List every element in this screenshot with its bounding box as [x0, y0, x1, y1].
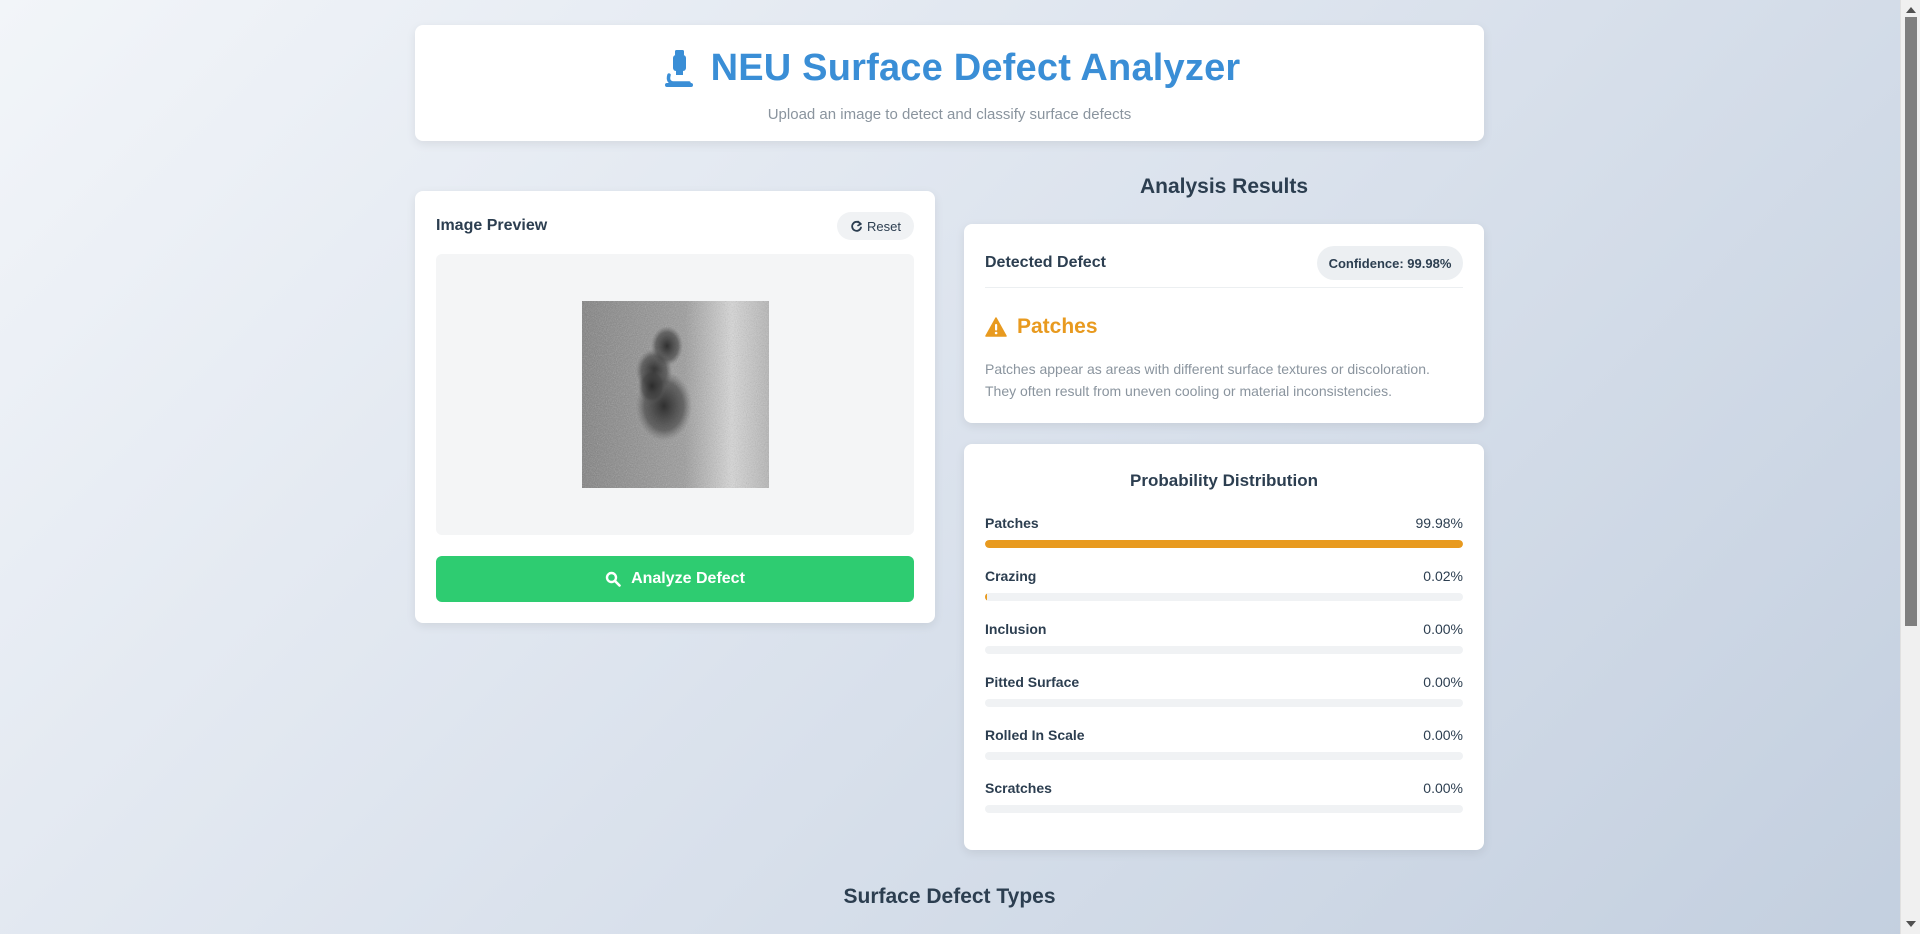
probability-row: Crazing 0.02% [985, 568, 1463, 608]
scrollbar-thumb[interactable] [1905, 17, 1917, 626]
warning-icon [985, 317, 1007, 337]
defect-name: Patches [1017, 315, 1098, 338]
probability-track [985, 805, 1463, 813]
probability-row: Inclusion 0.00% [985, 621, 1463, 661]
page-subtitle: Upload an image to detect and classify s… [767, 106, 1132, 123]
probability-label: Crazing [985, 568, 1037, 584]
probability-value: 0.00% [1423, 674, 1463, 690]
page: NEU Surface Defect Analyzer Upload an im… [0, 0, 1900, 934]
probability-row: Patches 99.98% [985, 515, 1463, 555]
probability-track [985, 699, 1463, 707]
divider [985, 287, 1463, 288]
probability-label: Scratches [985, 780, 1052, 796]
reset-button[interactable]: Reset [837, 212, 914, 240]
analyze-defect-button[interactable]: Analyze Defect [436, 556, 914, 602]
analysis-results-title: Analysis Results [1139, 175, 1309, 198]
probability-value: 0.00% [1423, 727, 1463, 743]
probability-track [985, 646, 1463, 654]
reset-button-label: Reset [867, 218, 901, 234]
probability-label: Patches [985, 515, 1039, 531]
probability-label: Pitted Surface [985, 674, 1080, 690]
search-icon [605, 571, 621, 587]
scroll-down-icon[interactable] [1906, 921, 1916, 927]
probability-row: Rolled In Scale 0.00% [985, 727, 1463, 767]
analyze-defect-label: Analyze Defect [631, 570, 745, 587]
image-preview-title: Image Preview [436, 217, 548, 234]
probability-label: Rolled In Scale [985, 727, 1085, 743]
probability-fill [985, 540, 1463, 548]
header-title-row: NEU Surface Defect Analyzer [415, 48, 1484, 88]
defect-description: Patches appear as areas with different s… [985, 361, 1430, 399]
probability-value: 0.02% [1423, 568, 1463, 584]
surface-defect-types-title: Surface Defect Types [843, 885, 1056, 908]
page-title: NEU Surface Defect Analyzer [710, 47, 1241, 89]
uploaded-image [582, 301, 769, 488]
probability-track [985, 752, 1463, 760]
probability-value: 99.98% [1415, 515, 1463, 531]
vertical-scrollbar[interactable] [1900, 0, 1920, 934]
refresh-icon [850, 220, 863, 233]
probability-track [985, 593, 1463, 601]
probability-track [985, 540, 1463, 548]
probability-value: 0.00% [1423, 780, 1463, 796]
probability-label: Inclusion [985, 621, 1047, 637]
probability-fill [985, 593, 988, 601]
detected-defect-label: Detected Defect [985, 254, 1106, 271]
probability-title: Probability Distribution [1130, 471, 1318, 490]
probability-row: Pitted Surface 0.00% [985, 674, 1463, 714]
scroll-up-icon[interactable] [1906, 7, 1916, 13]
microscope-icon [659, 48, 697, 88]
probability-value: 0.00% [1423, 621, 1463, 637]
confidence-badge: Confidence: 99.98% [1317, 246, 1463, 280]
defect-name-row: Patches [985, 315, 1098, 339]
probability-row: Scratches 0.00% [985, 780, 1463, 820]
